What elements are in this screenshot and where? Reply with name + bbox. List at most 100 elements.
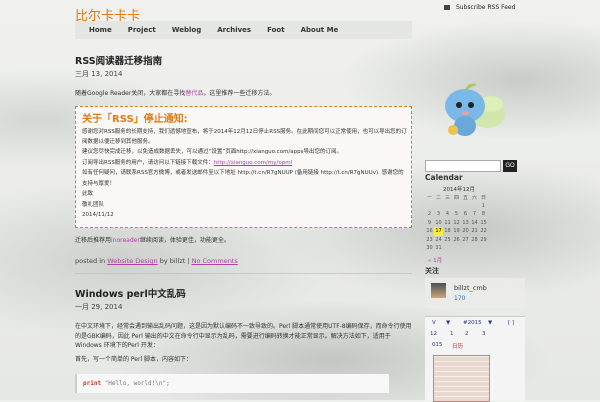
calendar-day[interactable]: 10	[434, 219, 443, 228]
calendar-day[interactable]: 4	[443, 210, 452, 219]
calendar-weekday: 六	[471, 194, 477, 201]
opml-link[interactable]: http://xianguo.com/my/opml	[214, 160, 292, 166]
calendar-day[interactable]: 15	[479, 219, 488, 228]
calendar-day[interactable]: 16	[425, 227, 434, 236]
calendar-day	[443, 202, 452, 211]
intro-link[interactable]: 替代品	[185, 90, 203, 97]
calendar-day	[470, 202, 479, 211]
code-block: print "Hello, world!\n";	[75, 374, 389, 394]
nav-home[interactable]: Home	[75, 21, 120, 39]
calendar-day	[470, 244, 479, 253]
calendar-day[interactable]: 31	[434, 244, 443, 253]
nav-project[interactable]: Project	[120, 21, 164, 39]
calendar-day[interactable]: 14	[470, 219, 479, 228]
rss-link-label[interactable]: Subscribe RSS Feed	[456, 4, 515, 11]
calendar-week: 1	[425, 202, 488, 211]
notice-line: 敬礼团队	[82, 201, 105, 208]
calendar-day[interactable]: 19	[452, 227, 461, 236]
post-title[interactable]: Windows perl中文乱码	[75, 286, 412, 300]
calendar-weekday: 二	[435, 194, 441, 201]
calendar-day[interactable]: 13	[461, 219, 470, 228]
nav-weblog[interactable]: Weblog	[164, 21, 209, 39]
calendar-day[interactable]: 20	[461, 227, 470, 236]
intro-text: 随着Google Reader关闭，大家都在寻找	[75, 90, 186, 97]
search-button[interactable]: GO	[503, 160, 517, 172]
calendar-week: 30 31	[425, 244, 488, 253]
calendar-day	[434, 202, 443, 211]
calendar-day[interactable]: 5	[452, 210, 461, 219]
post-meta: posted in Website Design by billzt | No …	[75, 257, 238, 266]
widget-follower-count: 170	[454, 295, 466, 302]
notice-line: 此致	[82, 191, 94, 198]
calendar-day	[452, 202, 461, 211]
calendar-day[interactable]: 28	[470, 236, 479, 245]
post-rss: RSS阅读器迁移指南 三月 13, 2014 随着Google Reader关闭…	[75, 53, 412, 265]
comments-link[interactable]: No Comments	[192, 257, 238, 265]
search-form: GO	[425, 160, 517, 172]
calendar-day[interactable]: 24	[434, 236, 443, 245]
calendar-day[interactable]: 25	[443, 236, 452, 245]
calendar-day[interactable]: 18	[443, 227, 452, 236]
dropdown-icon[interactable]: ▼	[488, 320, 492, 326]
dropdown-icon[interactable]: ▼	[446, 320, 450, 326]
calendar-day[interactable]: 3	[434, 210, 443, 219]
post-perl: Windows perl中文乱码 一月 29, 2014 在中文环境下，经常会遇…	[75, 286, 412, 394]
calendar-month: 2014年12月	[443, 187, 475, 193]
calendar-day[interactable]: 29	[479, 236, 488, 245]
toolbar-item[interactable]: V	[432, 320, 436, 326]
calendar-day[interactable]: 1	[479, 202, 488, 211]
calendar-body: 1 2 3 4 5 6 7 8 9 10 11 12 13 14 15 16 17 18 19 20 21 22 23 24 2…	[425, 202, 488, 253]
calendar-weekday: 一	[426, 194, 432, 201]
nav-about-me[interactable]: About Me	[293, 21, 347, 39]
calendar-day[interactable]: 12	[452, 219, 461, 228]
toolbar-item[interactable]: [ ]	[508, 320, 514, 326]
calendar-day[interactable]: 21	[470, 227, 479, 236]
calendar-title: Calendar	[425, 173, 463, 182]
post-date: 三月 13, 2014	[75, 70, 123, 78]
post-paragraph: 在中文环境下，经常会遇到输出乱码问题，这是因为默认编码不一致导致的。Perl 脚…	[75, 323, 412, 350]
notice-date: 2014/11/12	[82, 212, 114, 219]
toolbar-item: 1	[450, 331, 454, 337]
calendar-day[interactable]: 26	[452, 236, 461, 245]
calendar-day[interactable]: 27	[461, 236, 470, 245]
calendar-day[interactable]: 7	[470, 210, 479, 219]
calendar-day[interactable]: 11	[443, 219, 452, 228]
nav-archives[interactable]: Archives	[209, 21, 259, 39]
code-string: "Hello, world!\n";	[104, 380, 170, 388]
search-input[interactable]	[425, 160, 501, 172]
notice-box: 关于「RSS」停止通知: 感谢您对RSS服务的长期支持，我们遗憾地宣布，将于20…	[75, 105, 412, 228]
notice-line: 如有任何疑问，请联系RSS官方微博，或者发送邮件至以下地址 http://t.c…	[82, 170, 404, 187]
code-keyword: print	[83, 380, 102, 388]
calendar-week: 2345678	[425, 210, 488, 219]
calendar-day[interactable]: 23	[425, 236, 434, 245]
calendar-day[interactable]: 8	[479, 210, 488, 219]
rss-link[interactable]: Subscribe RSS Feed	[444, 4, 515, 11]
nav-foot[interactable]: Foot	[259, 21, 292, 39]
calendar-day[interactable]: 17	[434, 227, 443, 236]
main-nav: Home Project Weblog Archives Foot About …	[75, 21, 412, 39]
calendar-day[interactable]: 9	[425, 219, 434, 228]
year-select[interactable]: #2015	[463, 320, 482, 326]
calendar-day	[425, 202, 434, 211]
inoreader-link[interactable]: inoreader	[111, 237, 140, 244]
calendar-table: 一二三四五六日 1 2 3 4 5 6 7 8 9 10 11 12 13 14 15 16 17 18 19 20 2…	[425, 193, 488, 253]
calendar-day[interactable]: 22	[479, 227, 488, 236]
notice-line: 建议您尽快完成迁移，以免造成数据丢失，可以通过“设置”页面http://xian…	[82, 149, 343, 156]
post-title[interactable]: RSS阅读器迁移指南	[75, 53, 412, 67]
notice-line: 感谢您对RSS服务的长期支持，我们遗憾地宣布，将于2014年12月12日停止RS…	[82, 128, 407, 146]
calendar-week: 9 10 11 12 13 14 15	[425, 219, 488, 228]
intro-text-end: ，这里推荐一些迁移方法。	[203, 90, 276, 97]
calendar-week: 23 24 25 26 27 28 29	[425, 236, 488, 245]
mini-calendar-grid	[433, 355, 490, 402]
avatar[interactable]	[431, 283, 446, 298]
calendar-day[interactable]: 2	[425, 210, 434, 219]
category-link[interactable]: Website Design	[107, 257, 157, 265]
widget-username[interactable]: billzt_cmb	[454, 284, 487, 292]
calendar-prev-link[interactable]: « 1月	[428, 256, 442, 264]
calendar-day[interactable]: 30	[425, 244, 434, 253]
calendar-day[interactable]: 6	[461, 210, 470, 219]
widget-title: 关注	[425, 267, 439, 275]
calendar-week: 16 17 18 19 20 21 22	[425, 227, 488, 236]
calendar-head-row: 一二三四五六日	[425, 193, 488, 202]
calendar-weekday: 三	[444, 194, 450, 201]
